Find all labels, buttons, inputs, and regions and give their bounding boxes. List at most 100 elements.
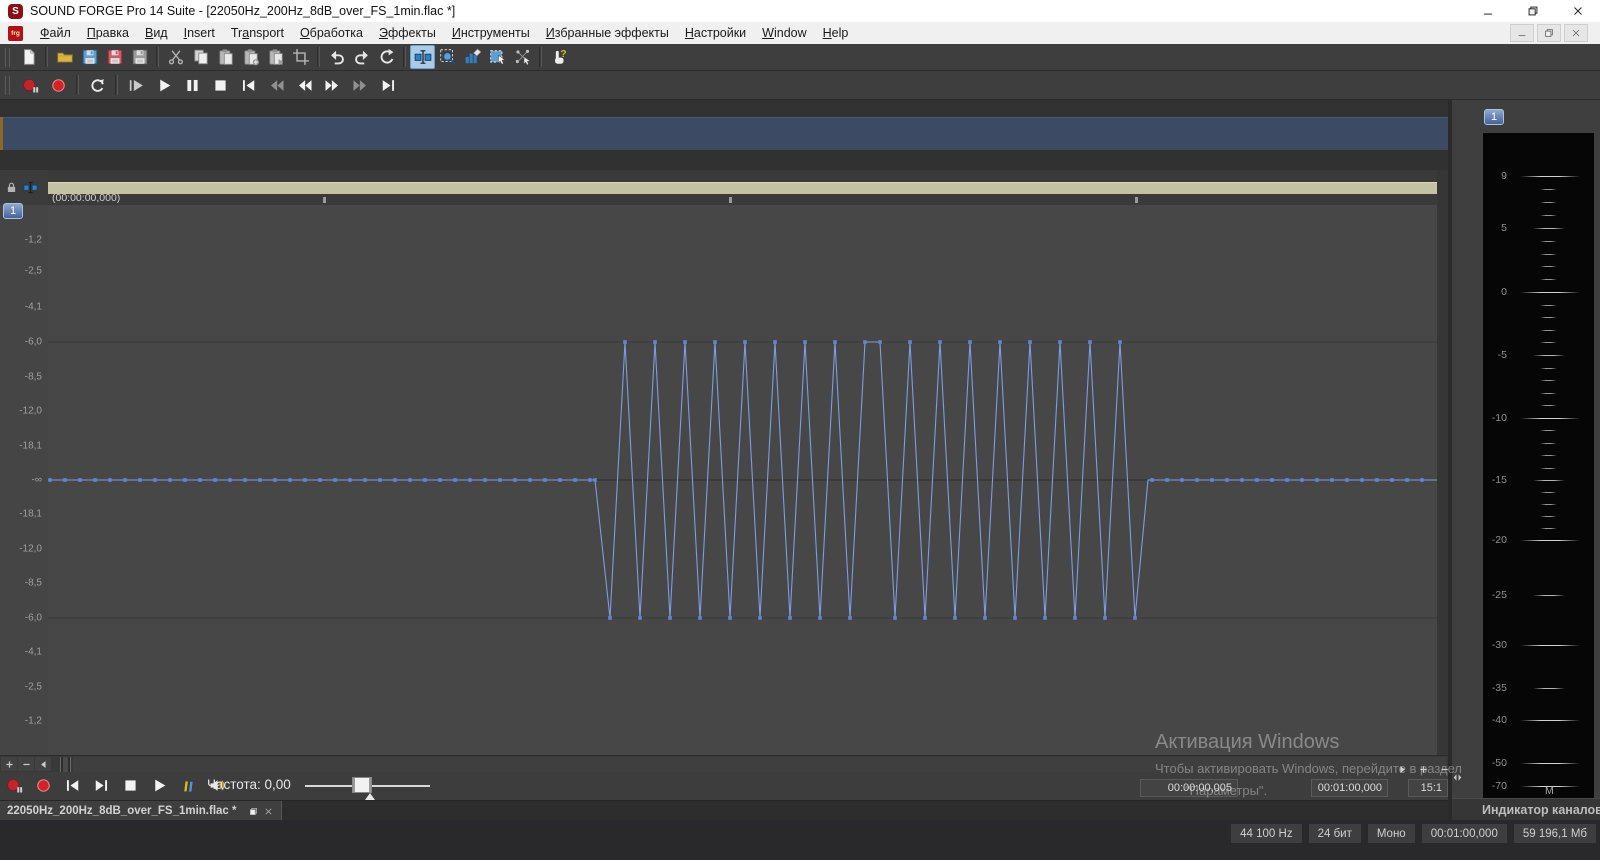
rewind-icon[interactable] — [290, 72, 318, 98]
meter-minor-tick — [1540, 189, 1557, 190]
meter-minor-tick — [1540, 305, 1557, 306]
forward-fast-icon[interactable] — [346, 72, 374, 98]
play-button[interactable] — [149, 775, 169, 795]
cut-icon[interactable] — [163, 45, 188, 69]
go-to-start-button[interactable] — [62, 775, 82, 795]
record-prepare-icon[interactable] — [16, 72, 44, 98]
context-help-icon[interactable]: ? — [546, 45, 571, 69]
go-to-start-icon[interactable] — [234, 72, 262, 98]
record-icon[interactable] — [44, 72, 72, 98]
play-icon[interactable] — [150, 72, 178, 98]
paste-special-icon[interactable] — [238, 45, 263, 69]
trim-crop-icon[interactable] — [288, 45, 313, 69]
meter-minor-tick — [1540, 266, 1557, 267]
stop-icon[interactable] — [206, 72, 234, 98]
scrollbar-grip[interactable] — [60, 757, 71, 772]
menu-edit[interactable]: Правка — [79, 22, 137, 44]
menu-view[interactable]: Вид — [137, 22, 176, 44]
forward-icon[interactable] — [318, 72, 346, 98]
new-file-icon[interactable] — [16, 45, 41, 69]
menu-transport[interactable]: Transport — [223, 22, 292, 44]
event-tool-icon[interactable] — [510, 45, 535, 69]
redo-icon[interactable] — [349, 45, 374, 69]
close-button[interactable] — [1555, 0, 1600, 22]
save-icon[interactable] — [77, 45, 102, 69]
save-as-icon[interactable] — [102, 45, 127, 69]
record-button[interactable] — [33, 775, 53, 795]
doc-close-button[interactable] — [1564, 24, 1588, 42]
paste-play-icon[interactable] — [263, 45, 288, 69]
doc-restore-button[interactable] — [1537, 24, 1561, 42]
go-to-end-icon[interactable] — [374, 72, 402, 98]
restore-button[interactable] — [1510, 0, 1555, 22]
menu-insert[interactable]: Insert — [176, 22, 223, 44]
time-ruler[interactable]: (00:00:00,000) — [48, 170, 1437, 205]
copy-icon[interactable] — [188, 45, 213, 69]
level-meter[interactable]: M 950-5-10-15-20-25-30-35-40-50-70 — [1483, 133, 1594, 798]
scroll-left-button[interactable] — [35, 757, 51, 771]
overview-bar[interactable] — [48, 182, 1437, 194]
document-tab[interactable]: 22050Hz_200Hz_8dB_over_FS_1min.flac * — [0, 801, 282, 821]
menu-window[interactable]: Window — [754, 22, 814, 44]
tab-restore-icon[interactable] — [248, 806, 259, 817]
loop-playback-icon[interactable] — [83, 72, 111, 98]
go-to-end-button[interactable] — [91, 775, 111, 795]
menu-effects[interactable]: Эффекты — [371, 22, 444, 44]
meter-minor-tick — [1540, 455, 1557, 456]
rewind-fast-icon[interactable] — [262, 72, 290, 98]
play-all-icon[interactable] — [122, 72, 150, 98]
frequency-readout: Частота: 0,00 — [207, 777, 291, 792]
waveform-display[interactable] — [48, 205, 1437, 755]
minimize-button[interactable] — [1465, 0, 1510, 22]
pause-icon[interactable] — [178, 72, 206, 98]
play-cursor-button[interactable] — [1396, 763, 1409, 775]
menu-items: ФайлПравкаВидInsertTransportОбработкаЭфф… — [32, 22, 856, 44]
transport-toolbar — [0, 71, 1600, 100]
selection-length-field[interactable]: 00:01:00,000 — [1311, 779, 1388, 797]
scrub-slider-thumb[interactable] — [352, 777, 372, 793]
menu-tools[interactable]: Инструменты — [444, 22, 538, 44]
cursor-position-field[interactable]: 00:00:00,005 — [1140, 779, 1238, 797]
menu-help[interactable]: Help — [815, 22, 857, 44]
tab-close-icon[interactable] — [263, 806, 274, 817]
edit-tool-icon[interactable] — [410, 45, 435, 69]
stop-button[interactable] — [120, 775, 140, 795]
zoom-ratio-field[interactable]: 15:1 — [1408, 779, 1448, 797]
undo-icon[interactable] — [324, 45, 349, 69]
toolbar-grip[interactable] — [5, 48, 10, 67]
insert-marker-button[interactable] — [178, 775, 198, 795]
scrollbar-track[interactable] — [73, 757, 1446, 772]
workspace-strip-2 — [0, 150, 1448, 170]
record-prepare-button[interactable] — [4, 775, 24, 795]
zoom-in-time-button[interactable] — [1417, 763, 1430, 775]
zoom-out-time-button[interactable] — [1438, 763, 1451, 775]
zoom-out-button[interactable] — [18, 757, 34, 771]
draw-tool-icon[interactable] — [460, 45, 485, 69]
menu-options[interactable]: Настройки — [677, 22, 754, 44]
save-all-icon[interactable] — [127, 45, 152, 69]
menu-process[interactable]: Обработка — [292, 22, 371, 44]
menu-file[interactable]: Файл — [32, 22, 79, 44]
toolbar-grip[interactable] — [5, 76, 10, 95]
zoom-in-button[interactable] — [1, 757, 17, 771]
ruler-tick — [323, 197, 326, 203]
scrub-slider[interactable] — [305, 772, 430, 800]
toolbar-separator — [403, 47, 406, 67]
magnify-tool-icon[interactable] — [435, 45, 460, 69]
free-space-status: 59 196,1 Мб — [1514, 824, 1596, 843]
pane-splitter-icon[interactable] — [1452, 770, 1463, 788]
menu-favorite-effects[interactable]: Избранные эффекты — [538, 22, 677, 44]
open-file-icon[interactable] — [52, 45, 77, 69]
document-tab-controls — [248, 806, 274, 817]
edit-tool-mini-icon[interactable] — [23, 180, 38, 195]
doc-minimize-button[interactable] — [1510, 24, 1534, 42]
horizontal-scrollbar[interactable] — [0, 755, 1448, 772]
selection-tool-icon[interactable] — [485, 45, 510, 69]
paste-icon[interactable] — [213, 45, 238, 69]
repeat-icon[interactable] — [374, 45, 399, 69]
db-scale-label: -8,5 — [25, 578, 42, 589]
document-app-icon[interactable]: frg — [8, 26, 23, 41]
db-scale-label: -8,5 — [25, 372, 42, 383]
window-controls — [1465, 0, 1600, 22]
lock-icon[interactable] — [5, 181, 18, 194]
